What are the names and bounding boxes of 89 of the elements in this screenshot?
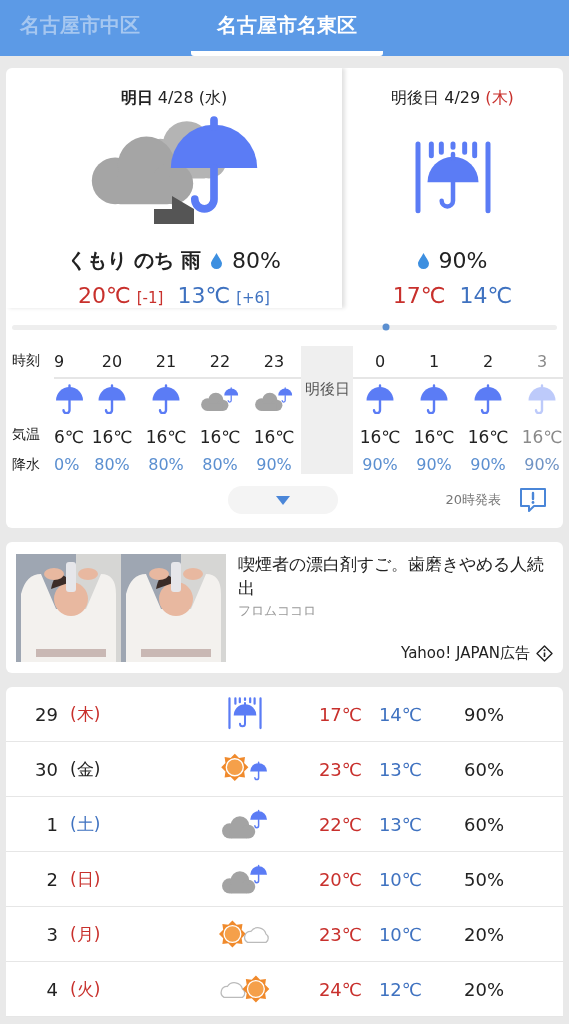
weekday: (金) [70, 757, 102, 781]
hourly-temperature: 16℃ [253, 427, 295, 447]
high-temperature: 24℃ [317, 978, 362, 1000]
hourly-temperature: 16℃ [467, 427, 509, 447]
hour-label: 0 [374, 352, 386, 371]
day-title: 明後日 4/29 [391, 88, 481, 107]
raindrop-icon [211, 252, 222, 269]
low-temperature: 13℃ [377, 758, 422, 780]
hourly-precipitation: 80% [202, 455, 238, 474]
hourly-precipitation: 90% [524, 455, 560, 474]
precipitation-chance: 20% [463, 978, 504, 1000]
precipitation-chance: 20% [463, 923, 504, 945]
high-temperature: 20℃ [78, 283, 131, 308]
low-temperature: 13℃ [177, 283, 231, 308]
high-temperature: 17℃ [317, 703, 362, 725]
date: 1 [45, 813, 58, 835]
location-tab[interactable]: 名古屋市中区 [14, 0, 146, 56]
precipitation-chance: 50% [463, 868, 504, 890]
row-label: 降水 [12, 456, 41, 474]
hour-label: 3 [536, 352, 548, 371]
ad-source: フロムココロ [238, 602, 317, 620]
low-difference: [+6] [236, 289, 270, 307]
precipitation-chance: 60% [463, 813, 504, 835]
ad-headline[interactable]: 喫煙者の漂白剤すご。歯磨きやめる人続出 [238, 552, 553, 600]
date: 2 [45, 868, 58, 890]
hourly-precipitation: 90% [416, 455, 452, 474]
hour-label: 21 [155, 352, 177, 371]
umbrella-icon [54, 384, 85, 414]
low-temperature: 12℃ [377, 978, 422, 1000]
low-temperature: 10℃ [377, 923, 422, 945]
day-title: 明日 4/28 [120, 88, 194, 107]
date: 29 [34, 703, 58, 725]
location-tab[interactable]: 名古屋市名東区 [191, 0, 383, 56]
high-temperature: 23℃ [317, 923, 362, 945]
hourly-precipitation: 0% [54, 455, 80, 474]
heavy-rain-icon [227, 697, 263, 731]
low-temperature: 10℃ [377, 868, 422, 890]
date: 3 [45, 923, 58, 945]
sponsor-label: Yahoo! JAPAN広告 [401, 644, 530, 663]
hourly-temperature: 16℃ [359, 427, 401, 447]
precipitation-chance: 90% [438, 248, 488, 274]
date: 30 [34, 758, 58, 780]
hourly-temperature: 16℃ [199, 427, 241, 447]
date: 4 [45, 978, 58, 1000]
low-temperature: 13℃ [377, 813, 422, 835]
hour-label: 9 [54, 352, 65, 371]
hour-label: 22 [209, 352, 231, 371]
caret-icon [276, 495, 290, 505]
info-icon[interactable] [536, 645, 553, 662]
weekday: (日) [70, 867, 102, 891]
issued-time: 20時発表 [445, 491, 501, 509]
expand-button[interactable] [228, 486, 338, 514]
hourly-precipitation: 90% [362, 455, 398, 474]
hourly-precipitation: 80% [148, 455, 184, 474]
report-icon[interactable] [519, 487, 547, 513]
high-difference: [-1] [136, 289, 164, 307]
hourly-precipitation: 90% [470, 455, 506, 474]
weekday: (月) [70, 922, 102, 946]
hourly-temperature: 6℃ [54, 427, 84, 447]
hourly-precipitation: 80% [94, 455, 130, 474]
weekday: (水) [198, 88, 228, 107]
precipitation-chance: 80% [232, 248, 281, 274]
weekday: (木) [485, 88, 514, 107]
hour-label: 2 [482, 352, 494, 371]
high-temperature: 20℃ [317, 868, 362, 890]
hourly-precipitation: 90% [256, 455, 292, 474]
hourly-temperature: 16℃ [91, 427, 133, 447]
hour-label: 23 [263, 352, 285, 371]
cloud-umbrella-icon [199, 384, 241, 414]
low-temperature: 14℃ [377, 703, 422, 725]
weekday: (土) [70, 812, 102, 836]
high-temperature: 23℃ [317, 758, 362, 780]
weekday: (木) [70, 702, 102, 726]
precipitation-chance: 60% [463, 758, 504, 780]
condition-text: くもり のち 雨 [67, 247, 201, 275]
hour-label: 1 [428, 352, 440, 371]
hourly-temperature: 16℃ [413, 427, 455, 447]
high-temperature: 17℃ [392, 283, 446, 308]
precipitation-chance: 90% [463, 703, 504, 725]
row-label: 気温 [12, 426, 41, 444]
hourly-temperature: 16℃ [521, 427, 563, 447]
low-temperature: 14℃ [459, 283, 513, 308]
raindrop-icon [417, 252, 429, 269]
weekday: (火) [70, 977, 102, 1001]
high-temperature: 22℃ [317, 813, 362, 835]
hour-label: 20 [101, 352, 123, 371]
hourly-temperature: 16℃ [145, 427, 187, 447]
row-label: 時刻 [12, 352, 41, 370]
cloud-umbrella-icon [253, 384, 295, 414]
